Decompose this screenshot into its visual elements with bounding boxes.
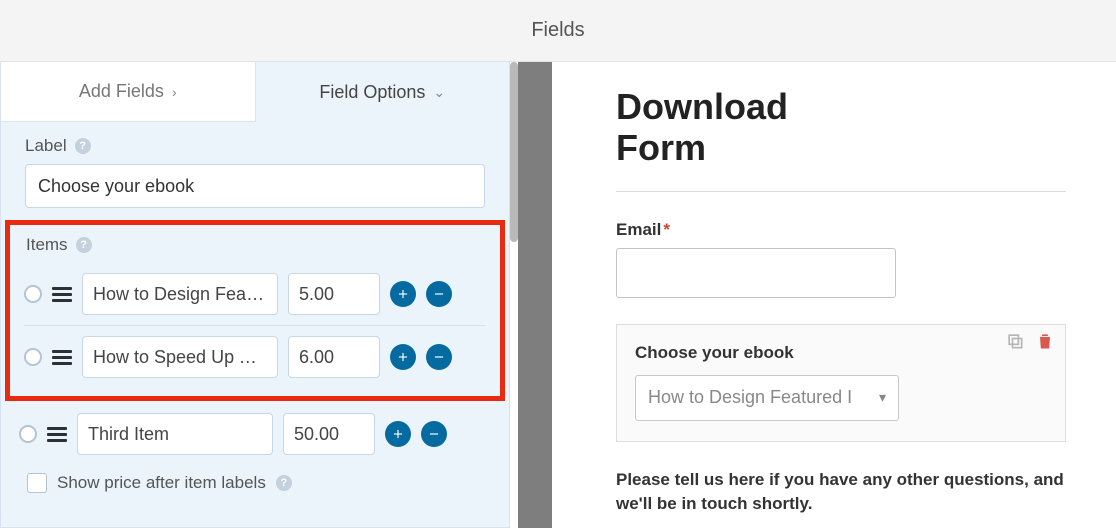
- chevron-down-icon: ⌄: [433, 84, 445, 101]
- item-name-input[interactable]: [77, 413, 273, 455]
- radio-icon[interactable]: [24, 285, 42, 303]
- title-line: Download: [616, 86, 788, 127]
- tab-field-options[interactable]: Field Options ⌄: [256, 62, 510, 122]
- label-input[interactable]: [25, 164, 485, 208]
- label-text: Label: [25, 136, 67, 156]
- section-label: Items ?: [26, 235, 486, 255]
- form-title: Download Form: [616, 86, 1066, 169]
- help-icon[interactable]: ?: [276, 475, 292, 491]
- tabs: Add Fields › Field Options ⌄: [1, 62, 509, 122]
- trash-icon[interactable]: [1035, 331, 1055, 351]
- plus-icon: [391, 427, 405, 441]
- show-price-row: Show price after item labels ?: [1, 463, 509, 493]
- drag-handle-icon[interactable]: [47, 427, 67, 442]
- helper-text: Please tell us here if you have any othe…: [616, 468, 1066, 516]
- drag-handle-icon[interactable]: [52, 287, 72, 302]
- preview-gutter: [510, 62, 566, 528]
- help-icon[interactable]: ?: [75, 138, 91, 154]
- help-icon[interactable]: ?: [76, 237, 92, 253]
- plus-icon: [396, 350, 410, 364]
- radio-icon[interactable]: [24, 348, 42, 366]
- remove-item-button[interactable]: [421, 421, 447, 447]
- label-text: Items: [26, 235, 68, 255]
- item-name-input[interactable]: [82, 336, 278, 378]
- dropdown-label: Choose your ebook: [635, 343, 1047, 363]
- remove-item-button[interactable]: [426, 281, 452, 307]
- tab-label: Add Fields: [79, 81, 164, 102]
- left-panel: Add Fields › Field Options ⌄ Label ? Ite…: [0, 62, 510, 528]
- page-title: Fields: [531, 19, 584, 42]
- item-row: [1, 401, 509, 463]
- remove-item-button[interactable]: [426, 344, 452, 370]
- duplicate-icon[interactable]: [1005, 331, 1025, 351]
- item-row: [24, 326, 486, 388]
- tab-label: Field Options: [319, 82, 425, 103]
- main-layout: Add Fields › Field Options ⌄ Label ? Ite…: [0, 62, 1116, 528]
- dropdown-field-block[interactable]: Choose your ebook How to Design Featured…: [616, 324, 1066, 442]
- item-name-input[interactable]: [82, 273, 278, 315]
- item-price-input[interactable]: [288, 336, 380, 378]
- select-value: How to Design Featured I: [648, 387, 852, 408]
- item-price-input[interactable]: [288, 273, 380, 315]
- item-price-input[interactable]: [283, 413, 375, 455]
- dropdown-select[interactable]: How to Design Featured I ▾: [635, 375, 899, 421]
- item-row: [24, 263, 486, 326]
- minus-icon: [427, 427, 441, 441]
- form-preview: Download Form Email* Choose your ebook H…: [566, 62, 1116, 528]
- add-item-button[interactable]: [385, 421, 411, 447]
- required-asterisk: *: [663, 220, 670, 239]
- minus-icon: [432, 350, 446, 364]
- plus-icon: [396, 287, 410, 301]
- tab-add-fields[interactable]: Add Fields ›: [1, 62, 256, 122]
- drag-handle-icon[interactable]: [52, 350, 72, 365]
- email-label: Email*: [616, 220, 1066, 240]
- title-line: Form: [616, 127, 706, 168]
- label-text: Email: [616, 220, 661, 239]
- items-highlight-box: Items ?: [5, 220, 505, 401]
- minus-icon: [432, 287, 446, 301]
- divider: [616, 191, 1066, 192]
- label-section: Label ?: [1, 122, 509, 214]
- chevron-down-icon: ▾: [879, 389, 886, 406]
- section-label: Label ?: [25, 136, 485, 156]
- scrollbar-thumb[interactable]: [510, 62, 518, 242]
- page-title-bar: Fields: [0, 0, 1116, 62]
- field-actions: [1005, 331, 1055, 351]
- label-text: Choose your ebook: [635, 343, 794, 362]
- chevron-right-icon: ›: [172, 84, 177, 100]
- add-item-button[interactable]: [390, 281, 416, 307]
- show-price-label: Show price after item labels: [57, 473, 266, 493]
- email-input[interactable]: [616, 248, 896, 298]
- radio-icon[interactable]: [19, 425, 37, 443]
- show-price-checkbox[interactable]: [27, 473, 47, 493]
- add-item-button[interactable]: [390, 344, 416, 370]
